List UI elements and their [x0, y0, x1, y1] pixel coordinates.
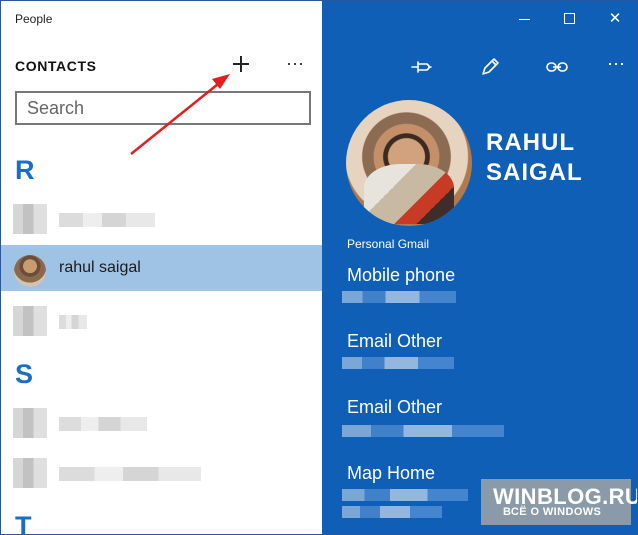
section-letter-s: S [15, 359, 34, 389]
contact-name-blurred [59, 213, 155, 227]
field-value-blurred [342, 506, 442, 518]
field-value-blurred [342, 489, 468, 501]
contacts-heading: CONTACTS [15, 58, 97, 74]
link-icon[interactable] [543, 53, 571, 81]
section-letter-r: R [15, 155, 35, 185]
contacts-pane: People CONTACTS ⋯ R rahul saigal S [1, 1, 322, 535]
contact-name-blurred [59, 467, 201, 481]
field-value-blurred [342, 291, 456, 303]
profile-name-line2: SAIGAL [486, 159, 583, 186]
search-input[interactable] [17, 93, 309, 123]
contact-row-rahul-saigal[interactable]: rahul saigal [1, 245, 322, 291]
window-title: People [15, 12, 53, 26]
contact-row-blurred[interactable] [1, 195, 322, 241]
contact-avatar [13, 458, 47, 488]
field-email-other-2[interactable]: Email Other [347, 397, 442, 418]
people-window: People CONTACTS ⋯ R rahul saigal S [0, 0, 638, 535]
contact-avatar [13, 408, 47, 438]
add-contact-button[interactable] [230, 53, 252, 75]
contact-avatar [14, 255, 46, 287]
contact-name: rahul saigal [59, 259, 141, 276]
field-value-blurred [342, 425, 504, 437]
profile-photo [346, 100, 472, 226]
contact-details-pane: ✕ ⋯ RAHUL SAIGAL Personal Gmail Mobile p… [322, 1, 637, 534]
edit-icon[interactable] [476, 53, 504, 81]
field-value-blurred [342, 357, 454, 369]
profile-name: RAHUL SAIGAL [486, 128, 583, 188]
minimize-icon[interactable] [515, 9, 535, 29]
contact-row-blurred[interactable] [1, 449, 322, 495]
search-box[interactable] [15, 91, 311, 125]
contact-avatar [13, 204, 47, 234]
site-watermark: WINBLOG.RU ВСЁ О WINDOWS [481, 479, 637, 525]
close-icon[interactable]: ✕ [605, 9, 625, 29]
account-label: Personal Gmail [347, 237, 430, 251]
field-email-other-1[interactable]: Email Other [347, 331, 442, 352]
section-letter-t: T [15, 511, 32, 535]
contact-row-blurred[interactable] [1, 297, 322, 343]
contact-avatar [13, 306, 47, 336]
contact-row-blurred[interactable] [1, 399, 322, 445]
contact-name-blurred [59, 315, 87, 329]
contact-name-blurred [59, 417, 147, 431]
watermark-sub: ВСЁ О WINDOWS [503, 506, 602, 518]
field-map-home[interactable]: Map Home [347, 463, 435, 484]
pin-icon[interactable] [407, 53, 435, 81]
field-mobile-phone[interactable]: Mobile phone [347, 265, 455, 286]
more-options-button[interactable]: ⋯ [286, 55, 304, 73]
profile-name-line1: RAHUL [486, 129, 575, 156]
maximize-icon[interactable] [560, 9, 580, 29]
more-options-icon[interactable]: ⋯ [602, 53, 630, 81]
